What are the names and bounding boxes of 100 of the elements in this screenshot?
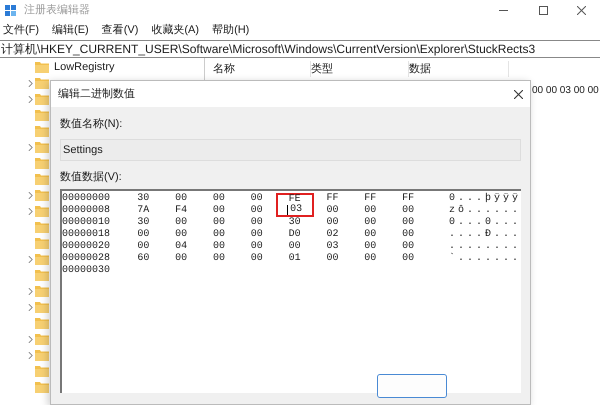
hex-byte[interactable]: 00 [238,241,276,253]
column-header[interactable]: 类型 [311,60,409,78]
chevron-icon[interactable] [28,336,33,342]
hex-byte[interactable]: 00 [351,253,390,265]
folder-icon [35,269,49,281]
menu-item[interactable]: 编辑(E) [52,22,89,39]
hex-byte[interactable]: FE [276,193,314,205]
hex-byte[interactable]: 01 [276,253,314,265]
ascii-text: 0...þÿÿÿ [448,194,521,204]
chevron-icon[interactable] [28,80,33,86]
hex-byte[interactable]: 00 [162,253,200,265]
folder-icon [35,61,49,73]
value-data: 00 00 03 00 00 [532,84,599,98]
hex-byte[interactable]: 00 [314,205,352,217]
offset-label: 00000018 [62,230,112,240]
hex-byte[interactable]: 02 [314,229,352,241]
chevron-icon[interactable] [28,192,33,198]
chevron-icon[interactable] [28,256,33,262]
address-bar[interactable]: 计算机\HKEY_CURRENT_USER\Software\Microsoft\Windows\CurrentVersion\Explorer\StuckRects3 [0,40,600,58]
hex-byte[interactable]: 00 [389,205,427,217]
hex-byte[interactable]: 00 [238,193,276,205]
field-label: 数值名称(N): [60,117,124,132]
hex-byte[interactable]: 04 [162,241,200,253]
close-icon[interactable] [577,6,586,15]
hex-byte[interactable]: 00 [200,253,238,265]
hex-byte[interactable]: 00 [351,241,390,253]
hex-byte[interactable]: 00 [389,229,428,241]
hex-byte[interactable]: FF [314,193,352,205]
hex-byte[interactable]: 03 [314,241,352,253]
registry-app-icon [5,4,17,16]
ascii-text: 0...0... [449,218,522,228]
hex-byte[interactable]: 00 [162,217,200,229]
hex-byte[interactable]: 00 [124,229,162,241]
close-icon[interactable] [514,90,523,98]
window-title: 注册表编辑器 [24,2,90,18]
hex-byte[interactable]: 7A [124,205,162,217]
hex-byte[interactable]: 60 [124,253,162,265]
hex-byte[interactable]: F4 [162,205,200,217]
hex-byte[interactable]: 00 [238,217,276,229]
hex-byte[interactable]: 00 [351,205,390,217]
folder-icon [35,77,49,89]
hex-byte[interactable]: 00 [389,241,428,253]
hex-byte[interactable]: 00 [200,241,238,253]
offset-label: 00000020 [62,242,112,252]
hex-byte[interactable]: 00 [276,241,314,253]
chevron-icon[interactable] [28,208,33,214]
hex-byte[interactable]: 00 [389,217,428,229]
ascii-text: zô...... [448,206,521,216]
hex-byte[interactable]: 00 [200,217,238,229]
folder-icon [35,349,49,361]
folder-icon [35,109,49,121]
hex-byte[interactable]: 03 [276,205,314,217]
hex-byte[interactable]: 00 [162,193,200,205]
folder-icon [35,125,49,137]
value-name-field[interactable]: Settings [60,138,521,160]
hex-byte[interactable]: 00 [200,229,238,241]
folder-icon [35,301,49,313]
ascii-text: ....Ð... [449,230,522,240]
offset-label: 00000010 [62,218,112,228]
hex-byte[interactable]: 00 [351,217,390,229]
dialog-button[interactable] [377,374,447,398]
chevron-icon[interactable] [28,288,33,294]
hex-byte[interactable]: 00 [238,253,276,265]
hex-byte[interactable]: FF [351,193,390,205]
folder-icon [35,93,49,105]
hex-byte[interactable]: 00 [238,205,276,217]
menu-item[interactable]: 文件(F) [3,22,40,39]
chevron-icon[interactable] [28,304,33,310]
ascii-text: ........ [449,242,522,252]
offset-label: 00000008 [62,206,112,216]
chevron-icon[interactable] [28,96,33,102]
hex-byte[interactable]: 00 [162,229,200,241]
hex-byte[interactable]: 00 [314,217,352,229]
menu-item[interactable]: 查看(V) [102,22,138,39]
hex-byte[interactable]: 00 [389,253,428,265]
offset-label: 00000000 [62,194,112,204]
menu-item[interactable]: 帮助(H) [212,22,250,39]
hex-byte[interactable]: 00 [200,193,238,205]
hex-byte[interactable]: 00 [351,229,390,241]
ascii-text: `....... [449,254,522,264]
hex-byte[interactable]: 00 [124,241,162,253]
hex-byte[interactable]: 00 [200,205,238,217]
hex-byte[interactable]: FF [389,193,427,205]
folder-icon [35,333,49,345]
hex-byte[interactable]: 00 [238,229,276,241]
hex-byte[interactable]: 30 [124,193,162,205]
folder-icon [35,317,49,329]
column-header[interactable]: 数据 [409,60,509,78]
hex-editor[interactable] [60,189,521,393]
chevron-icon[interactable] [28,352,33,358]
column-header[interactable]: 名称 [213,60,311,78]
hex-byte[interactable]: 30 [276,217,314,229]
hex-byte[interactable]: D0 [276,229,314,241]
hex-byte[interactable]: 00 [314,253,352,265]
folder-icon [35,253,49,265]
tree-item[interactable]: LowRegistry [54,58,115,76]
menu-item[interactable]: 收藏夹(A) [151,22,200,39]
hex-byte[interactable]: 30 [124,217,162,229]
chevron-icon[interactable] [28,144,33,150]
folder-icon [35,189,49,201]
